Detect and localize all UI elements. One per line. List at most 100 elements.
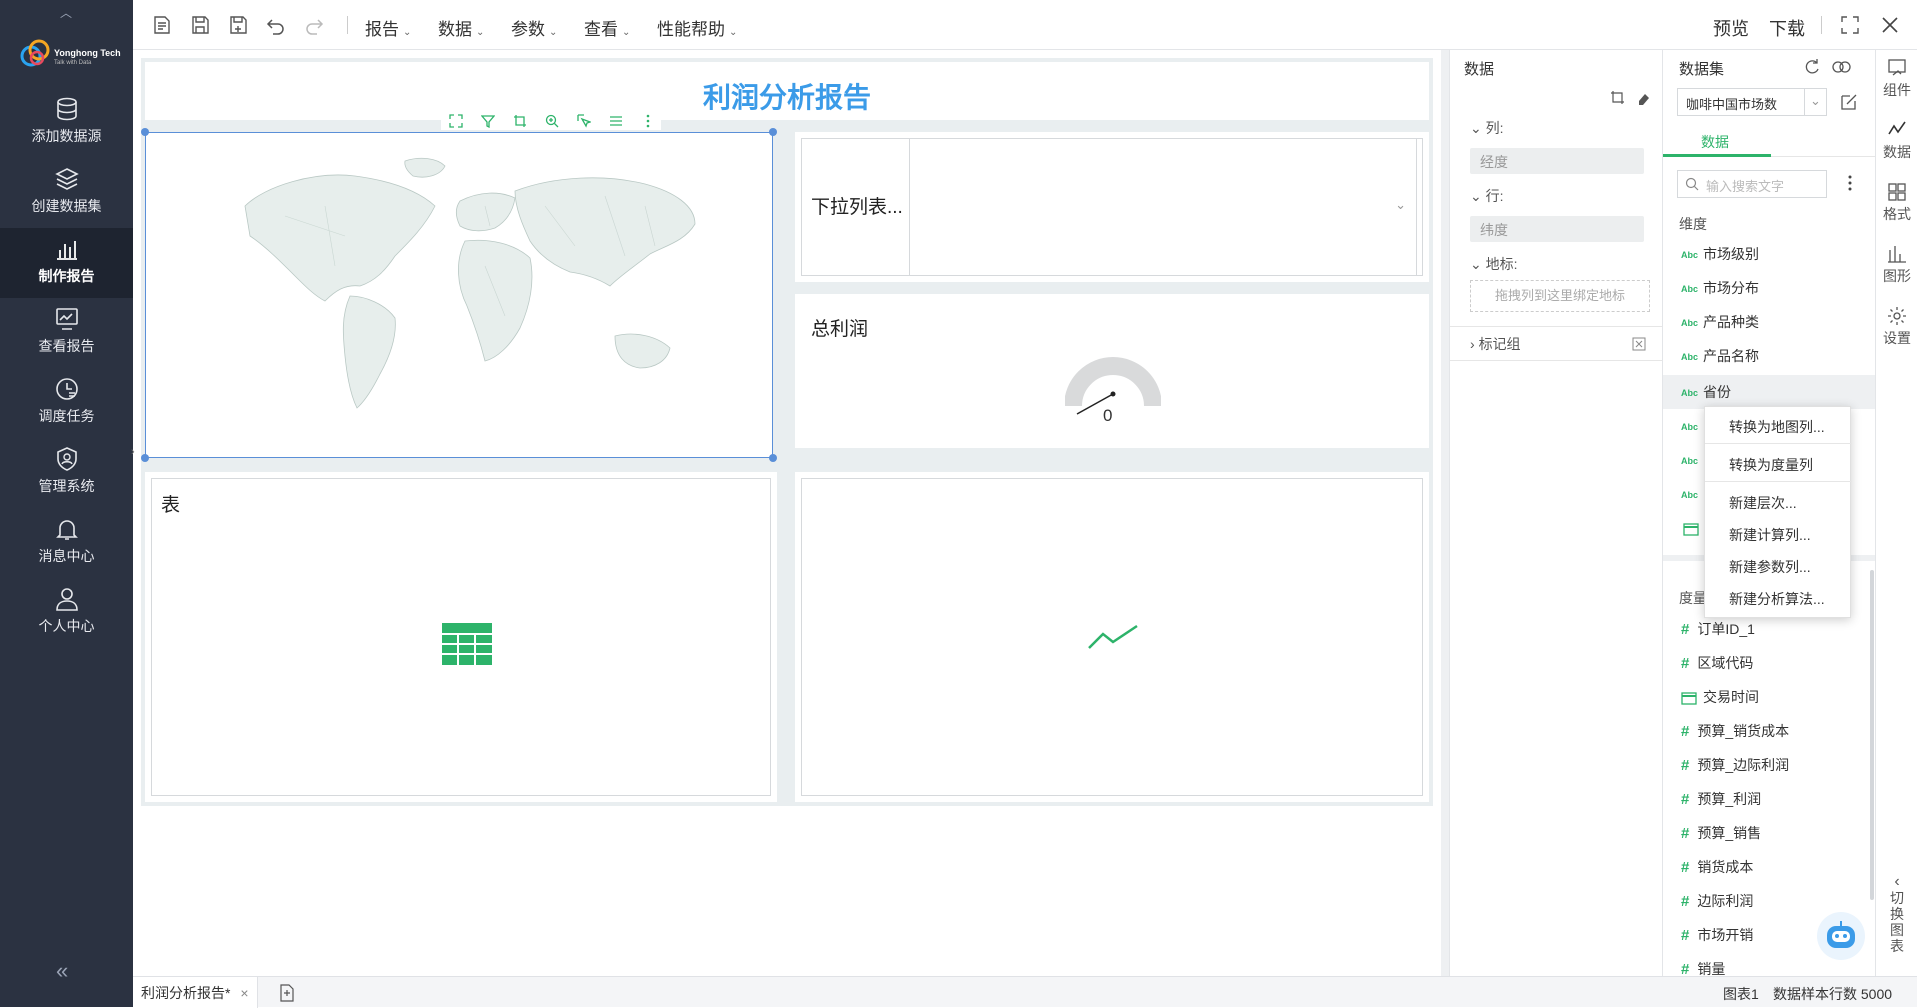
measure-field[interactable]: # 预算_利润 xyxy=(1681,784,1761,814)
measure-field[interactable]: # 预算_边际利润 xyxy=(1681,750,1789,780)
nav-create-dataset[interactable]: 创建数据集 xyxy=(0,158,133,228)
map-panel[interactable] xyxy=(141,112,777,462)
fullscreen-icon[interactable] xyxy=(1839,14,1861,36)
tab-data[interactable]: 数据 xyxy=(1701,132,1729,152)
dropdown-panel[interactable]: 下拉列表... ⌄ xyxy=(795,132,1429,282)
dimension-field[interactable]: Abc xyxy=(1681,479,1703,509)
new-tab-icon[interactable] xyxy=(279,984,295,1002)
dimension-field[interactable]: Abc xyxy=(1681,411,1703,441)
bottom-bar: 利润分析报告* × 图表1 数据样本行数 5000 xyxy=(133,976,1917,1008)
close-icon[interactable] xyxy=(1879,14,1901,36)
column-field-longitude[interactable]: 经度 xyxy=(1470,148,1644,174)
scrollbar[interactable] xyxy=(1870,570,1874,900)
report-tab[interactable]: 利润分析报告* × xyxy=(133,977,258,1008)
nav-admin[interactable]: 管理系统 xyxy=(0,438,133,508)
resize-handle[interactable] xyxy=(141,128,149,136)
nav-make-report[interactable]: 制作报告 xyxy=(0,228,133,298)
dimension-field[interactable]: Abc 市场分布 xyxy=(1681,273,1759,303)
more-options-icon[interactable] xyxy=(1847,174,1853,192)
expand-icon[interactable] xyxy=(449,114,463,128)
marks-settings-icon[interactable] xyxy=(1632,337,1646,351)
table-panel[interactable]: 表 xyxy=(145,472,777,802)
chevron-right-icon[interactable]: › xyxy=(131,446,135,458)
dropdown-select[interactable]: ⌄ xyxy=(909,138,1417,276)
dimension-field[interactable]: Abc 产品名称 xyxy=(1681,341,1759,371)
axis-icon[interactable] xyxy=(513,114,527,128)
save-as-icon[interactable] xyxy=(227,14,249,36)
rail-components[interactable]: 组件 xyxy=(1876,58,1917,100)
menu-report[interactable]: 报告 ⌄ xyxy=(365,15,411,40)
menu-perf-help[interactable]: 性能帮助 ⌄ xyxy=(657,15,737,40)
measure-field[interactable]: # 预算_销售 xyxy=(1681,818,1761,848)
date-field[interactable]: 交易时间 xyxy=(1681,682,1759,712)
nav-view-report[interactable]: 查看报告 xyxy=(0,298,133,368)
report-title-box[interactable]: 利润分析报告 xyxy=(145,62,1429,120)
dimension-field[interactable]: Abc 市场级别 xyxy=(1681,239,1759,269)
geo-drop-zone[interactable]: 拖拽列到这里绑定地标 xyxy=(1470,280,1650,312)
nav-messages[interactable]: 消息中心 xyxy=(0,508,133,578)
menu-view[interactable]: 查看 ⌄ xyxy=(584,15,630,40)
menu-data[interactable]: 数据 ⌄ xyxy=(438,15,484,40)
menu-params[interactable]: 参数 ⌄ xyxy=(511,15,557,40)
rail-settings[interactable]: 设置 xyxy=(1876,306,1917,348)
line-chart-panel[interactable] xyxy=(795,472,1429,802)
gauge-panel[interactable]: 总利润 0 xyxy=(795,294,1429,448)
redo-icon[interactable] xyxy=(303,14,325,36)
rail-format[interactable]: 格式 xyxy=(1876,182,1917,224)
menu-item-convert-to-map[interactable]: 转换为地图列... xyxy=(1729,417,1825,437)
close-tab-icon[interactable]: × xyxy=(240,985,248,1001)
chevron-up-icon[interactable]: ︿ xyxy=(56,4,76,20)
measure-field[interactable]: # 预算_销货成本 xyxy=(1681,716,1789,746)
menu-item-new-param-column[interactable]: 新建参数列... xyxy=(1729,557,1811,577)
menu-item-new-algorithm[interactable]: 新建分析算法... xyxy=(1729,589,1825,609)
new-report-icon[interactable] xyxy=(151,14,173,36)
filter-icon[interactable] xyxy=(481,114,495,128)
switch-chart-button[interactable]: ‹ 切 换 图 表 xyxy=(1876,874,1917,955)
edit-dataset-icon[interactable] xyxy=(1839,92,1859,112)
measure-field[interactable]: # 区域代码 xyxy=(1681,648,1753,678)
assistant-robot-button[interactable] xyxy=(1817,912,1865,960)
geo-section-label[interactable]: ⌄ 地标: xyxy=(1470,254,1518,274)
row-field-latitude[interactable]: 纬度 xyxy=(1470,216,1644,242)
pane-splitter[interactable] xyxy=(1441,50,1449,976)
rows-section-label[interactable]: ⌄ 行: xyxy=(1470,186,1504,206)
download-button[interactable]: 下载 xyxy=(1769,15,1805,41)
marks-group-label[interactable]: › 标记组 xyxy=(1470,334,1521,354)
dataset-select[interactable]: 咖啡中国市场数 ⌄ xyxy=(1677,88,1827,116)
resize-handle[interactable] xyxy=(769,454,777,462)
undo-icon[interactable] xyxy=(265,14,287,36)
measure-field[interactable]: # 订单ID_1 xyxy=(1681,614,1755,644)
rail-graphics[interactable]: 图形 xyxy=(1876,244,1917,286)
refresh-icon[interactable] xyxy=(1803,58,1821,76)
menu-item-convert-to-measure[interactable]: 转换为度量列 xyxy=(1729,455,1813,475)
rail-data[interactable]: 数据 xyxy=(1876,120,1917,162)
more-icon[interactable] xyxy=(641,114,655,128)
columns-section-label[interactable]: ⌄ 列: xyxy=(1470,118,1504,138)
field-search-input[interactable]: 输入搜索文字 xyxy=(1677,170,1827,198)
measure-field[interactable]: # 市场开销 xyxy=(1681,920,1753,950)
resize-handle[interactable] xyxy=(141,454,149,462)
dimension-field[interactable]: Abc xyxy=(1681,445,1703,475)
menu-item-new-calc-column[interactable]: 新建计算列... xyxy=(1729,525,1811,545)
nav-profile[interactable]: 个人中心 xyxy=(0,578,133,648)
shield-icon xyxy=(56,447,77,471)
swap-axis-icon[interactable] xyxy=(1610,90,1626,106)
link-dataset-icon[interactable] xyxy=(1831,58,1853,76)
list-icon[interactable] xyxy=(609,114,623,128)
eraser-icon[interactable] xyxy=(1636,90,1652,106)
menu-item-new-hierarchy[interactable]: 新建层次... xyxy=(1729,493,1797,513)
collapse-nav-button[interactable]: « xyxy=(56,958,68,984)
dimension-field[interactable]: Abc 产品种类 xyxy=(1681,307,1759,337)
chevron-down-icon: ⌄ xyxy=(549,27,558,38)
save-icon[interactable] xyxy=(189,14,211,36)
dimension-field-selected[interactable]: Abc 省份 xyxy=(1681,377,1731,407)
zoom-icon[interactable] xyxy=(545,114,559,128)
report-canvas[interactable]: 利润分析报告 下拉列表... ⌄ 总利润 0 表 › xyxy=(131,50,1441,976)
resize-handle[interactable] xyxy=(769,128,777,136)
preview-button[interactable]: 预览 xyxy=(1713,15,1749,41)
measure-field[interactable]: # 边际利润 xyxy=(1681,886,1753,916)
nav-add-datasource[interactable]: 添加数据源 xyxy=(0,88,133,158)
nav-schedule[interactable]: 调度任务 xyxy=(0,368,133,438)
measure-field[interactable]: # 销货成本 xyxy=(1681,852,1753,882)
select-icon[interactable] xyxy=(577,114,591,128)
